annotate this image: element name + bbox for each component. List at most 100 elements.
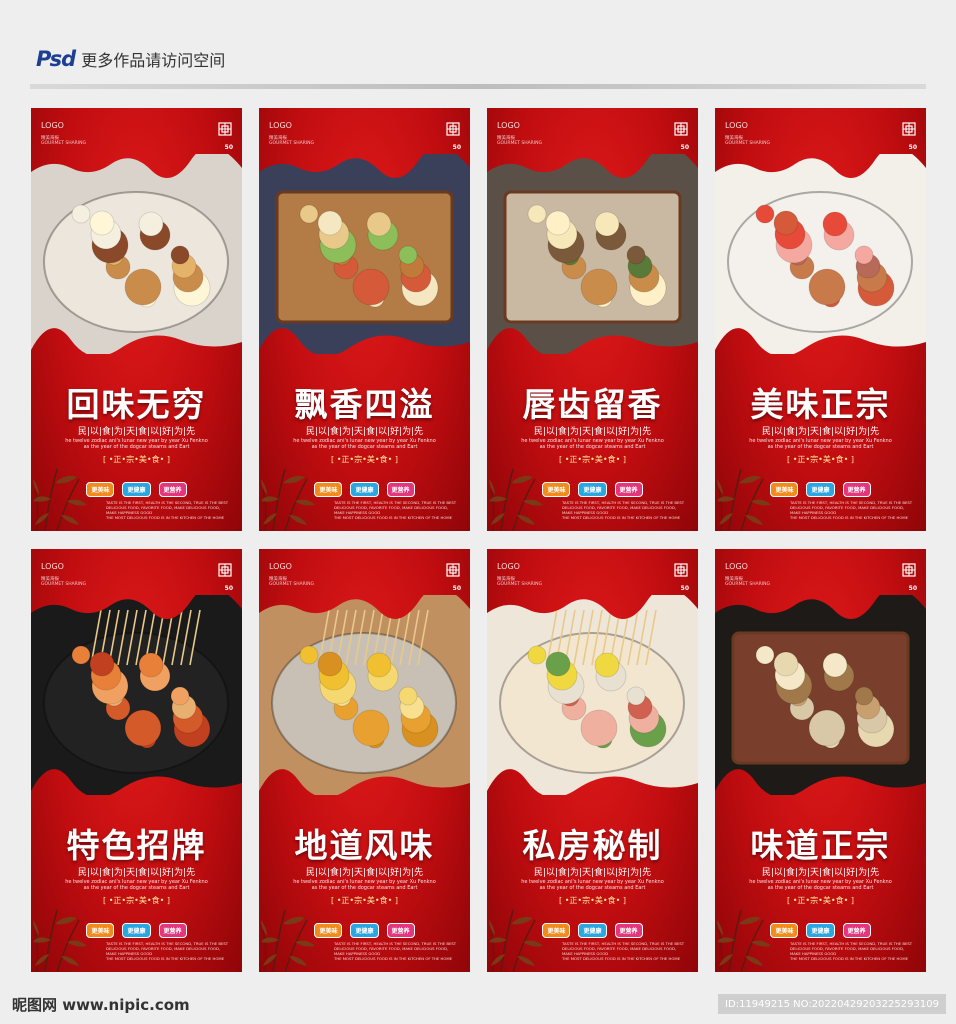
chinese-knot-icon — [446, 563, 460, 577]
logo-text: LOGO — [497, 121, 520, 130]
poster-card-2[interactable]: LOGO 精美海报 GOURMET SHARING 50 飘香四溢 民|以|食|… — [259, 108, 470, 531]
badge-nutritious: 更营养 — [158, 482, 187, 497]
poster-card-5[interactable]: LOGO 精美海报 GOURMET SHARING 50 特色招牌 民|以|食|… — [31, 549, 242, 972]
badge-nutritious: 更营养 — [842, 482, 871, 497]
badge-nutritious: 更营养 — [614, 923, 643, 938]
badge-healthy: 更健康 — [350, 923, 379, 938]
logo-text: LOGO — [269, 121, 292, 130]
small-print: TASTE IS THE FIRST, HEALTH IS THE SECOND… — [106, 500, 229, 520]
logo-subtext: 精美海报 GOURMET SHARING — [41, 577, 86, 587]
food-illustration — [715, 154, 926, 354]
small-print: TASTE IS THE FIRST, HEALTH IS THE SECOND… — [790, 941, 913, 961]
logo-subtext: 精美海报 GOURMET SHARING — [269, 577, 314, 587]
logo-text: LOGO — [497, 562, 520, 571]
food-illustration — [259, 595, 470, 795]
logo-subtext: 精美海报 GOURMET SHARING — [497, 577, 542, 587]
food-photo — [259, 595, 470, 795]
chinese-knot-icon — [446, 122, 460, 136]
food-photo — [487, 154, 698, 354]
poster-card-7[interactable]: LOGO 精美海报 GOURMET SHARING 50 私房秘制 民|以|食|… — [487, 549, 698, 972]
food-illustration — [715, 595, 926, 795]
poster-card-4[interactable]: LOGO 精美海报 GOURMET SHARING 50 美味正宗 民|以|食|… — [715, 108, 926, 531]
food-photo — [31, 154, 242, 354]
food-illustration — [487, 595, 698, 795]
poster-card-8[interactable]: LOGO 精美海报 GOURMET SHARING 50 味道正宗 民|以|食|… — [715, 549, 926, 972]
poster-card-1[interactable]: LOGO 精美海报 GOURMET SHARING 50 回味无穷 民|以|食|… — [31, 108, 242, 531]
food-illustration — [259, 154, 470, 354]
food-illustration — [487, 154, 698, 354]
small-print: TASTE IS THE FIRST, HEALTH IS THE SECOND… — [562, 941, 685, 961]
poster-title: 回味无穷 — [66, 385, 207, 424]
poster-subtitle: 民|以|食|为|天|食|以|好|为|先 — [761, 868, 880, 878]
anniversary-mark: 50 — [452, 585, 461, 592]
bamboo-decoration-icon — [489, 909, 543, 972]
anniversary-mark: 50 — [224, 144, 233, 151]
poster-card-6[interactable]: LOGO 精美海报 GOURMET SHARING 50 地道风味 民|以|食|… — [259, 549, 470, 972]
small-print: TASTE IS THE FIRST, HEALTH IS THE SECOND… — [334, 941, 457, 961]
badge-healthy: 更健康 — [122, 482, 151, 497]
food-illustration — [31, 595, 242, 795]
anniversary-mark: 50 — [224, 585, 233, 592]
bamboo-decoration-icon — [261, 909, 315, 972]
badge-healthy: 更健康 — [578, 482, 607, 497]
chinese-knot-icon — [902, 122, 916, 136]
badge-healthy: 更健康 — [122, 923, 151, 938]
bamboo-decoration-icon — [261, 468, 315, 531]
poster-title: 味道正宗 — [750, 826, 891, 865]
badge-nutritious: 更营养 — [158, 923, 187, 938]
small-print: TASTE IS THE FIRST, HEALTH IS THE SECOND… — [790, 500, 913, 520]
header-divider — [30, 84, 926, 89]
poster-subtitle: 民|以|食|为|天|食|以|好|为|先 — [77, 427, 196, 437]
anniversary-mark: 50 — [680, 585, 689, 592]
poster-card-3[interactable]: LOGO 精美海报 GOURMET SHARING 50 唇齿留香 民|以|食|… — [487, 108, 698, 531]
food-photo — [715, 595, 926, 795]
poster-subtitle: 民|以|食|为|天|食|以|好|为|先 — [77, 868, 196, 878]
poster-subtitle: 民|以|食|为|天|食|以|好|为|先 — [305, 868, 424, 878]
chinese-knot-icon — [674, 122, 688, 136]
logo-subtext: 精美海报 GOURMET SHARING — [725, 577, 770, 587]
poster-title: 地道风味 — [294, 826, 435, 865]
small-print: TASTE IS THE FIRST, HEALTH IS THE SECOND… — [106, 941, 229, 961]
poster-title: 特色招牌 — [66, 826, 207, 865]
badge-healthy: 更健康 — [806, 923, 835, 938]
badge-healthy: 更健康 — [350, 482, 379, 497]
badge-nutritious: 更营养 — [614, 482, 643, 497]
poster-subtitle: 民|以|食|为|天|食|以|好|为|先 — [533, 427, 652, 437]
poster-grid: LOGO 精美海报 GOURMET SHARING 50 回味无穷 民|以|食|… — [31, 108, 926, 972]
badge-healthy: 更健康 — [578, 923, 607, 938]
food-photo — [487, 595, 698, 795]
chinese-knot-icon — [218, 563, 232, 577]
site-watermark: 昵图网 www.nipic.com — [12, 996, 190, 1014]
food-photo — [31, 595, 242, 795]
bamboo-decoration-icon — [489, 468, 543, 531]
anniversary-mark: 50 — [908, 585, 917, 592]
logo-subtext: 精美海报 GOURMET SHARING — [725, 136, 770, 146]
psd-logo: Psd — [36, 47, 76, 71]
badge-nutritious: 更营养 — [386, 482, 415, 497]
small-print: TASTE IS THE FIRST, HEALTH IS THE SECOND… — [562, 500, 685, 520]
anniversary-mark: 50 — [452, 144, 461, 151]
badge-nutritious: 更营养 — [842, 923, 871, 938]
chinese-knot-icon — [902, 563, 916, 577]
logo-text: LOGO — [41, 121, 64, 130]
badge-healthy: 更健康 — [806, 482, 835, 497]
chinese-knot-icon — [218, 122, 232, 136]
anniversary-mark: 50 — [680, 144, 689, 151]
header-text[interactable]: 更多作品请访问空间 — [81, 47, 225, 71]
logo-subtext: 精美海报 GOURMET SHARING — [269, 136, 314, 146]
poster-title: 唇齿留香 — [522, 385, 663, 424]
header: Psd 更多作品请访问空间 — [36, 44, 225, 74]
logo-subtext: 精美海报 GOURMET SHARING — [497, 136, 542, 146]
poster-title: 美味正宗 — [750, 385, 891, 424]
bamboo-decoration-icon — [33, 909, 87, 972]
logo-text: LOGO — [725, 562, 748, 571]
logo-text: LOGO — [725, 121, 748, 130]
poster-subtitle: 民|以|食|为|天|食|以|好|为|先 — [305, 427, 424, 437]
bamboo-decoration-icon — [717, 468, 771, 531]
poster-subtitle: 民|以|食|为|天|食|以|好|为|先 — [533, 868, 652, 878]
poster-title: 飘香四溢 — [294, 385, 435, 424]
anniversary-mark: 50 — [908, 144, 917, 151]
logo-text: LOGO — [41, 562, 64, 571]
image-id-label: ID:11949215 NO:20220429203225293109 — [718, 994, 946, 1014]
bamboo-decoration-icon — [33, 468, 87, 531]
